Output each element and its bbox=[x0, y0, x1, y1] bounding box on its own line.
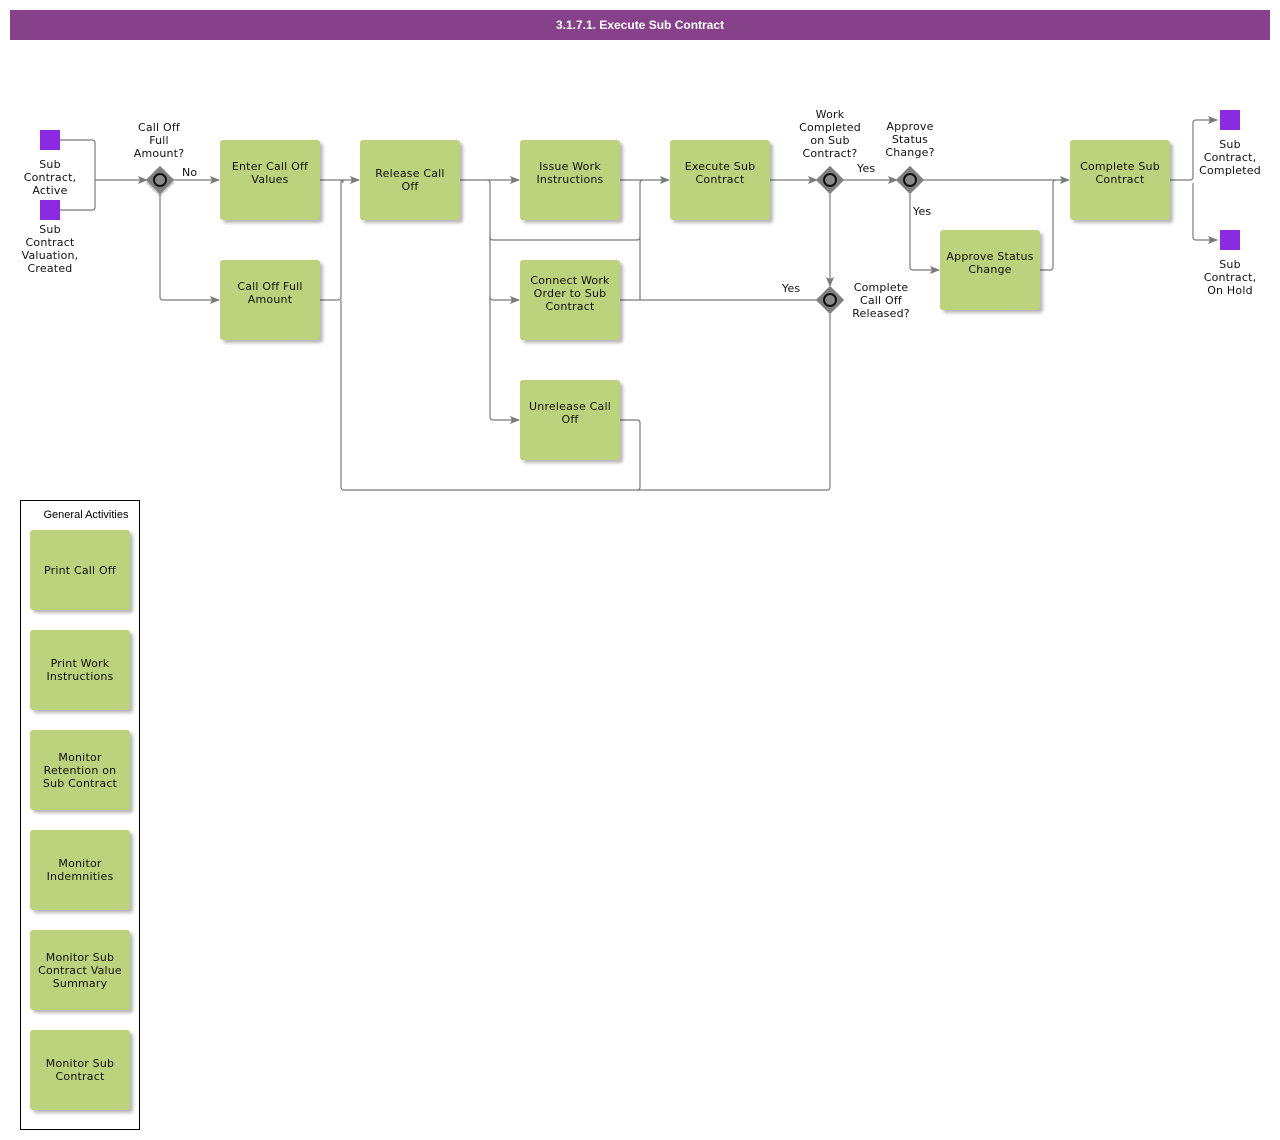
task-execute-sub-contract[interactable]: Execute Sub Contract bbox=[670, 140, 770, 220]
end-event-completed-label: Sub Contract, Completed bbox=[1199, 138, 1261, 177]
flow-join-vertical bbox=[639, 179, 644, 300]
flow-complete-onhold bbox=[1192, 183, 1218, 244]
flow-gw1-full-amount bbox=[159, 193, 220, 304]
gateway-call-off-full-amount-label: Call Off Full Amount? bbox=[133, 121, 185, 160]
flow-full-amount-release bbox=[320, 179, 345, 301]
gateway-approve-status-change bbox=[895, 165, 925, 195]
general-activity-print-call-off[interactable]: Print Call Off bbox=[30, 530, 130, 610]
task-call-off-full-amount[interactable]: Call Off Full Amount bbox=[220, 260, 320, 340]
end-event-completed[interactable] bbox=[1220, 110, 1240, 130]
general-activity-monitor-retention[interactable]: Monitor Retention on Sub Contract bbox=[30, 730, 130, 810]
flow-label-yes-approve-status: Yes bbox=[913, 205, 932, 218]
general-activity-monitor-sub-contract[interactable]: Monitor Sub Contract bbox=[30, 1030, 130, 1110]
flow-unrelease-bottom bbox=[620, 419, 641, 491]
task-enter-call-off-values[interactable]: Enter Call Off Values bbox=[220, 140, 320, 220]
flow-release-connect bbox=[489, 296, 520, 304]
start-event-valuation[interactable] bbox=[40, 200, 60, 220]
flow-enter-values-release bbox=[320, 179, 344, 184]
end-event-on-hold[interactable] bbox=[1220, 230, 1240, 250]
gateway-work-completed bbox=[815, 165, 845, 195]
flow-branch-join bbox=[489, 236, 641, 241]
gateway-work-completed-label: Work Completed on Sub Contract? bbox=[799, 108, 861, 160]
end-event-on-hold-label: Sub Contract, On Hold bbox=[1203, 258, 1257, 297]
start-event-valuation-label: Sub Contract Valuation, Created bbox=[21, 223, 79, 275]
general-activity-monitor-value-summary[interactable]: Monitor Sub Contract Value Summary bbox=[30, 930, 130, 1010]
start-event-active[interactable] bbox=[40, 130, 60, 150]
gateway-approve-status-change-label: Approve Status Change? bbox=[885, 120, 935, 159]
flow-label-no: No bbox=[182, 166, 198, 179]
task-unrelease-call-off[interactable]: Unrelease Call Off bbox=[520, 380, 620, 460]
task-release-call-off[interactable]: Release Call Off bbox=[360, 140, 460, 220]
general-activity-monitor-indemnities[interactable]: Monitor Indemnities bbox=[30, 830, 130, 910]
gateway-complete-call-off-released-label: Complete Call Off Released? bbox=[852, 281, 910, 320]
task-issue-work-instructions[interactable]: Issue Work Instructions bbox=[520, 140, 620, 220]
task-connect-work-order[interactable]: Connect Work Order to Sub Contract bbox=[520, 260, 620, 340]
gateway-complete-call-off-released bbox=[815, 285, 845, 315]
flow-approve-complete bbox=[1040, 179, 1057, 271]
general-activity-print-work-instructions[interactable]: Print Work Instructions bbox=[30, 630, 130, 710]
flow-label-yes-work-completed: Yes bbox=[857, 162, 876, 175]
task-approve-status-change[interactable]: Approve Status Change bbox=[940, 230, 1040, 310]
start-event-active-label: Sub Contract, Active bbox=[23, 158, 77, 197]
general-activities-title: General Activities bbox=[43, 509, 129, 521]
task-complete-sub-contract[interactable]: Complete Sub Contract bbox=[1070, 140, 1170, 220]
flow-label-yes-call-off-released: Yes bbox=[782, 282, 801, 295]
gateway-call-off-full-amount bbox=[145, 165, 175, 197]
